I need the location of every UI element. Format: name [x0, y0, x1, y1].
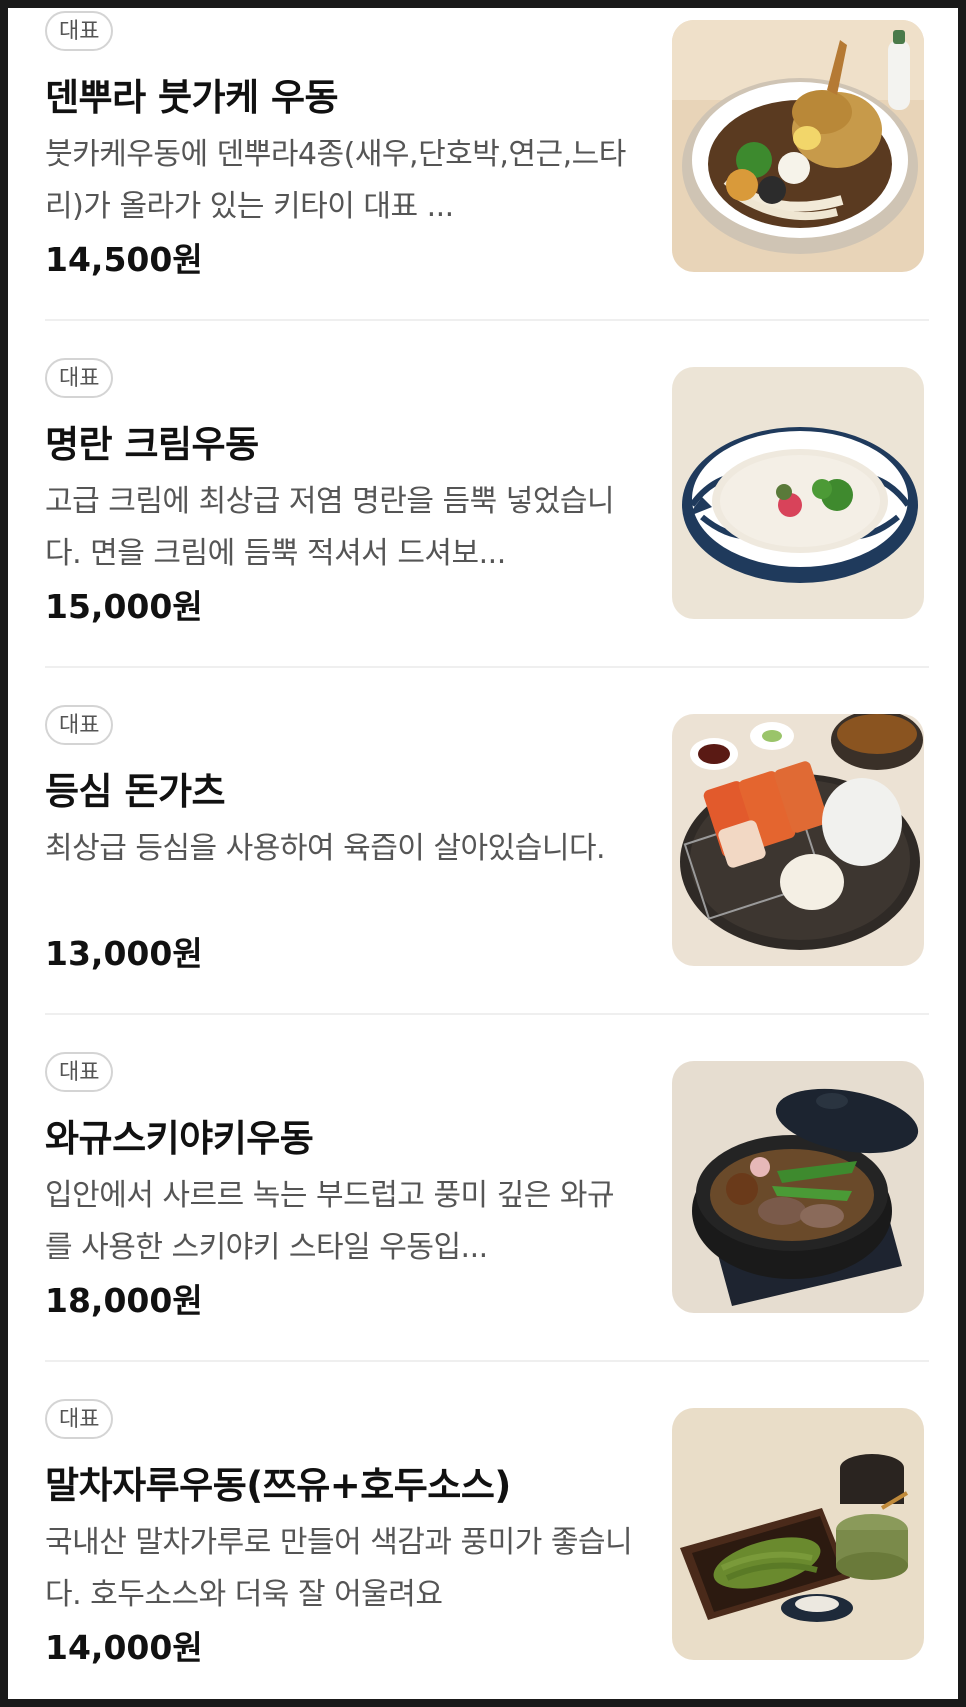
menu-item-price: 13,000원 — [45, 934, 203, 973]
menu-item-description: 붓카케우동에 덴뿌라4종(새우,단호박,연근,느타리)가 올라가 있는 키타이 … — [45, 137, 626, 224]
menu-list: 대표 덴뿌라 붓가케 우동 붓카케우동에 덴뿌라4종(새우,단호박,연근,느타리… — [8, 8, 958, 1699]
menu-item[interactable]: 대표 말차자루우동(쯔유+호두소스) 국내산 말차가루로 만들어 색감과 풍미가… — [45, 1395, 929, 1695]
pork-loin-tonkatsu-photo[interactable] — [672, 714, 924, 966]
menu-item-price: 15,000원 — [45, 587, 203, 626]
menu-item-name: 덴뿌라 붓가케 우동 — [45, 76, 339, 119]
menu-item[interactable]: 대표 명란 크림우동 고급 크림에 최상급 저염 명란을 듬뿍 넣었습니다. 면… — [45, 354, 929, 654]
divider — [45, 1360, 929, 1362]
divider — [45, 1013, 929, 1015]
tempura-udon-photo[interactable] — [672, 20, 924, 272]
menu-item-description: 고급 크림에 최상급 저염 명란을 듬뿍 넣었습니다. 면을 크림에 듬뿍 적셔… — [45, 484, 615, 571]
menu-item-price: 14,500원 — [45, 240, 203, 279]
menu-screen: 대표 덴뿌라 붓가케 우동 붓카케우동에 덴뿌라4종(새우,단호박,연근,느타리… — [8, 8, 958, 1699]
signature-badge: 대표 — [45, 11, 114, 51]
menu-item[interactable]: 대표 덴뿌라 붓가케 우동 붓카케우동에 덴뿌라4종(새우,단호박,연근,느타리… — [45, 8, 929, 307]
menu-item[interactable]: 대표 와규스키야키우동 입안에서 사르르 녹는 부드럽고 풍미 깊은 와규를 사… — [45, 1048, 929, 1348]
signature-badge: 대표 — [45, 1052, 114, 1092]
menu-item-name: 말차자루우동(쯔유+호두소스) — [45, 1464, 511, 1507]
mentaiko-cream-udon-photo[interactable] — [672, 367, 924, 619]
signature-badge: 대표 — [45, 705, 114, 745]
wagyu-sukiyaki-udon-photo[interactable] — [672, 1061, 924, 1313]
menu-item-description: 국내산 말차가루로 만들어 색감과 풍미가 좋습니다. 호두소스와 더욱 잘 어… — [45, 1525, 633, 1612]
signature-badge: 대표 — [45, 358, 114, 398]
divider — [45, 319, 929, 321]
menu-item-price: 18,000원 — [45, 1281, 203, 1320]
menu-item-name: 등심 돈가츠 — [45, 770, 226, 813]
menu-item-description: 최상급 등심을 사용하여 육즙이 살아있습니다. — [45, 831, 606, 866]
signature-badge: 대표 — [45, 1399, 114, 1439]
menu-item[interactable]: 대표 등심 돈가츠 최상급 등심을 사용하여 육즙이 살아있습니다. 13,00… — [45, 701, 929, 1001]
divider — [45, 666, 929, 668]
menu-item-name: 명란 크림우동 — [45, 423, 259, 466]
menu-item-price: 14,000원 — [45, 1628, 203, 1667]
menu-item-description: 입안에서 사르르 녹는 부드럽고 풍미 깊은 와규를 사용한 스키야키 스타일 … — [45, 1178, 615, 1265]
matcha-zaru-udon-photo[interactable] — [672, 1408, 924, 1660]
menu-item-name: 와규스키야키우동 — [45, 1117, 314, 1160]
